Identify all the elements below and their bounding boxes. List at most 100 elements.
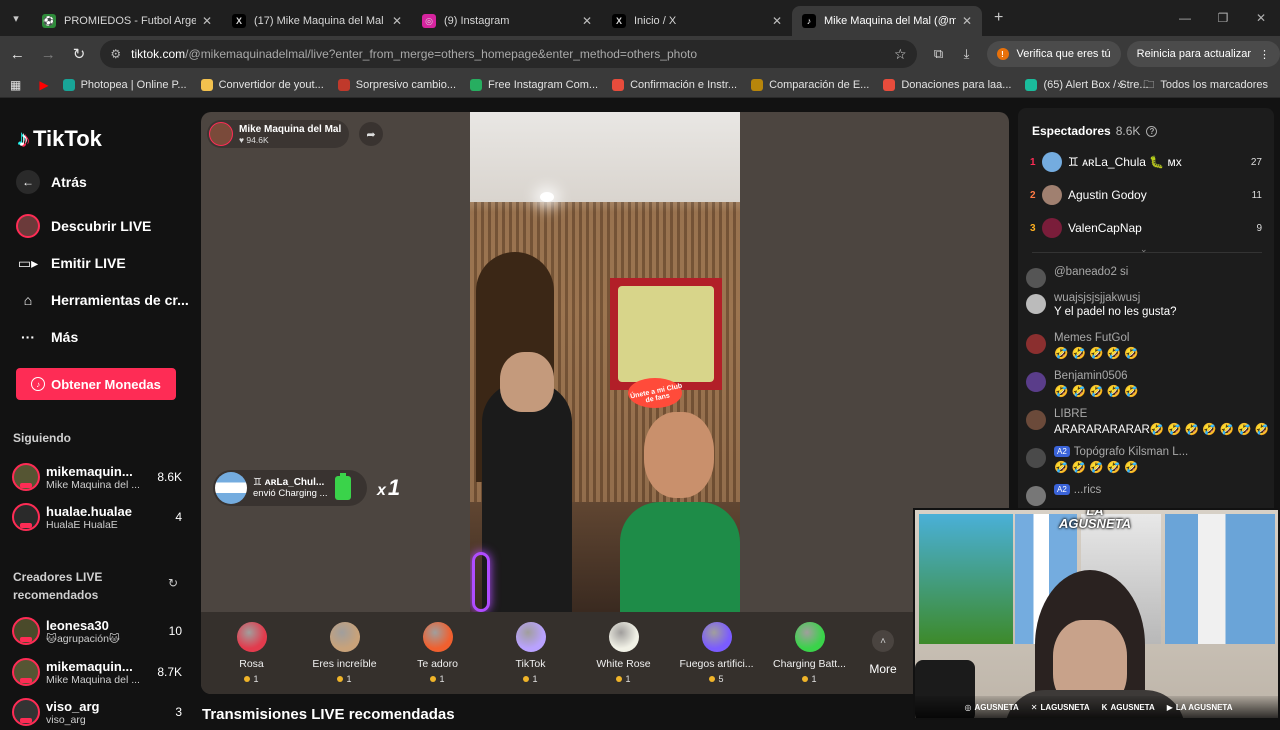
recommended-item[interactable]: mikemaquin... Mike Maquina del ... 8.7K (12, 654, 182, 690)
bookmark-favicon-icon (200, 78, 213, 91)
browser-tab[interactable]: X Inicio / X ✕ (602, 6, 792, 36)
browser-tab[interactable]: ◎ (9) Instagram ✕ (412, 6, 602, 36)
chat-message[interactable]: A2 ...rics (1026, 484, 1266, 506)
gift-label: Te adoro (417, 658, 458, 670)
chat-username: Memes FutGol (1054, 332, 1130, 344)
nav-label: Emitir LIVE (51, 255, 126, 271)
rank: 1 (1030, 156, 1036, 168)
bookmarks-bar: ▦ ▶ Photopea | Online P... Convertidor de… (0, 72, 1280, 98)
agusneta-logo: LA AGUSNETA (1055, 510, 1135, 544)
bookmark-star-icon[interactable]: ☆ (894, 46, 907, 63)
url-text[interactable]: tiktok.com/@mikemaquinadelmal/live?enter… (131, 47, 894, 61)
forward-arrow-icon[interactable]: → (35, 40, 62, 68)
browser-tab[interactable]: X (17) Mike Maquina del Mal (@m ✕ (222, 6, 412, 36)
extensions-icon[interactable]: ⧉ (925, 46, 953, 62)
chat-text: Y el padel no les gusta? (1054, 306, 1177, 318)
verify-button[interactable]: ! Verifica que eres tú (986, 41, 1121, 67)
tiktok-logo[interactable]: ♪ TikTok (18, 126, 102, 152)
tab-search-icon[interactable]: ▾ (0, 0, 32, 36)
host-name: Mike Maquina del Mal (239, 123, 342, 135)
all-bookmarks-link[interactable]: Todos los marcadores (1160, 79, 1268, 91)
back-arrow-icon[interactable]: ← (4, 40, 31, 68)
bookmark-item[interactable]: Comparación de E... (751, 78, 869, 91)
gift-price: 1 (337, 674, 351, 684)
refresh-icon[interactable]: ↻ (168, 576, 178, 590)
gift-item[interactable]: Charging Batt... 1 (763, 622, 856, 684)
nav-creator-tools[interactable]: ⌂ Herramientas de cr... (16, 288, 189, 312)
get-coins-button[interactable]: ♪ Obtener Monedas (16, 368, 176, 400)
bookmark-item[interactable]: Photopea | Online P... (62, 78, 187, 91)
viewer-count: 4 (175, 510, 182, 524)
chat-message[interactable]: wuajsjsjsjjakwusj Y el padel no les gusta… (1026, 292, 1266, 318)
bookmark-item[interactable]: Confirmación e Instr... (612, 78, 737, 91)
following-item[interactable]: hualae.hualae HualaE HualaE 4 (12, 499, 182, 535)
reload-icon[interactable]: ↻ (66, 40, 93, 68)
chat-message[interactable]: Memes FutGol 🤣 🤣 🤣 🤣 🤣 (1026, 332, 1266, 360)
share-icon[interactable]: ➦ (359, 122, 383, 146)
apps-grid-icon[interactable]: ▦ (10, 78, 21, 92)
browser-tab[interactable]: ⚽ PROMIEDOS - Futbol Argentino ✕ (32, 6, 222, 36)
nav-go-live[interactable]: ▭▸ Emitir LIVE (16, 251, 126, 275)
site-settings-icon[interactable]: ⚙ (110, 47, 121, 61)
avatar (12, 658, 40, 686)
download-icon[interactable]: ⤓ (953, 46, 981, 62)
more-bookmarks-icon[interactable]: » (1117, 79, 1123, 91)
maximize-icon[interactable]: ❐ (1204, 0, 1242, 36)
update-button[interactable]: Reinicia para actualizar ⋮ (1126, 41, 1280, 67)
bookmark-item[interactable]: Free Instagram Com... (470, 78, 598, 91)
gift-item[interactable]: Eres increíble 1 (298, 622, 391, 684)
chat-message[interactable]: A2 Topógrafo Kilsman L... 🤣 🤣 🤣 🤣 🤣 (1026, 446, 1266, 474)
live-player[interactable]: Mike Maquina del Mal ♥ 94.6K ➦ Únete a m… (201, 112, 1009, 694)
tab-close-icon[interactable]: ✕ (392, 14, 402, 28)
tab-title: (9) Instagram (444, 15, 510, 27)
nav-discover-live[interactable]: Descubrir LIVE (16, 214, 151, 238)
gift-item[interactable]: White Rose 1 (577, 622, 670, 684)
handle-text: AGUSNETA (974, 702, 1019, 712)
info-icon[interactable]: ? (1146, 125, 1158, 137)
chevron-down-icon[interactable]: ⌄ (1140, 244, 1148, 255)
gift-item[interactable]: Te adoro 1 (391, 622, 484, 684)
chat-username: Benjamin0506 (1054, 370, 1128, 382)
chat-message[interactable]: LIBRE ARARARARARAR🤣 🤣 🤣 🤣 🤣 🤣 🤣 (1026, 408, 1269, 436)
new-tab-icon[interactable]: + (994, 9, 1003, 27)
nav-more[interactable]: ··· Más (16, 325, 78, 349)
tiktok-page: ♪ TikTok ← Atrás Descubrir LIVE ▭▸ Emitir… (0, 98, 1280, 726)
gift-item[interactable]: TikTok 1 (484, 622, 577, 684)
gift-item[interactable]: Rosa 1 (205, 622, 298, 684)
video-frame[interactable]: Únete a mi Club de fans (470, 112, 740, 612)
recommended-item[interactable]: leonesa30 🐱agrupación🐱 10 (12, 613, 182, 649)
back-link[interactable]: ← Atrás (16, 170, 87, 194)
tab-title: Mike Maquina del Mal (@m (824, 15, 956, 27)
tab-close-icon[interactable]: ✕ (582, 14, 592, 28)
youtube-icon[interactable]: ▶ (39, 78, 48, 92)
mult-n: 1 (387, 475, 401, 500)
host-info[interactable]: Mike Maquina del Mal ♥ 94.6K (207, 120, 349, 148)
camera-icon: ▭▸ (17, 254, 39, 271)
maradona-poster (1165, 514, 1275, 644)
bookmark-item[interactable]: Donaciones para laa... (883, 78, 1011, 91)
minimize-icon[interactable]: — (1166, 0, 1204, 36)
bookmark-item[interactable]: Sorpresivo cambio... (337, 78, 456, 91)
close-window-icon[interactable]: ✕ (1242, 0, 1280, 36)
gift-item[interactable]: Fuegos artifici... 5 (670, 622, 763, 684)
viewer-count: 8.6K (157, 470, 182, 484)
tab-close-icon[interactable]: ✕ (202, 14, 212, 28)
chat-user: A2 Topógrafo Kilsman L... (1054, 446, 1188, 458)
tab-close-icon[interactable]: ✕ (772, 14, 782, 28)
url-bar[interactable]: ⚙ tiktok.com/@mikemaquinadelmal/live?ent… (100, 40, 917, 68)
chat-message[interactable]: @baneado2 si (1026, 266, 1266, 288)
viewer-count: 8.7K (157, 665, 182, 679)
following-item[interactable]: mikemaquin... Mike Maquina del ... 8.6K (12, 459, 182, 495)
top-viewer-row[interactable]: 2 Agustin Godoy 11 (1030, 181, 1262, 209)
bookmark-item[interactable]: Convertidor de yout... (200, 78, 324, 91)
top-viewer-row[interactable]: 1 ♊ ᴀʀLa_Chula 🐛 ᴍx 27 (1030, 148, 1262, 176)
level-badge: A2 (1054, 484, 1070, 496)
bookmarks-right: » 🗀 Todos los marcadores (1117, 72, 1268, 98)
tab-close-icon[interactable]: ✕ (962, 14, 972, 28)
top-viewer-row[interactable]: 3 ValenCapNap 9 (1030, 214, 1262, 242)
chat-message[interactable]: Benjamin0506 🤣 🤣 🤣 🤣 🤣 (1026, 370, 1266, 398)
chat-text: 🤣 🤣 🤣 🤣 🤣 (1054, 386, 1139, 398)
more-gifts-button[interactable]: ˄ More (863, 612, 903, 694)
recommended-item[interactable]: viso_arg viso_arg 3 (12, 694, 182, 730)
browser-tab[interactable]: ♪ Mike Maquina del Mal (@m ✕ (792, 6, 982, 36)
